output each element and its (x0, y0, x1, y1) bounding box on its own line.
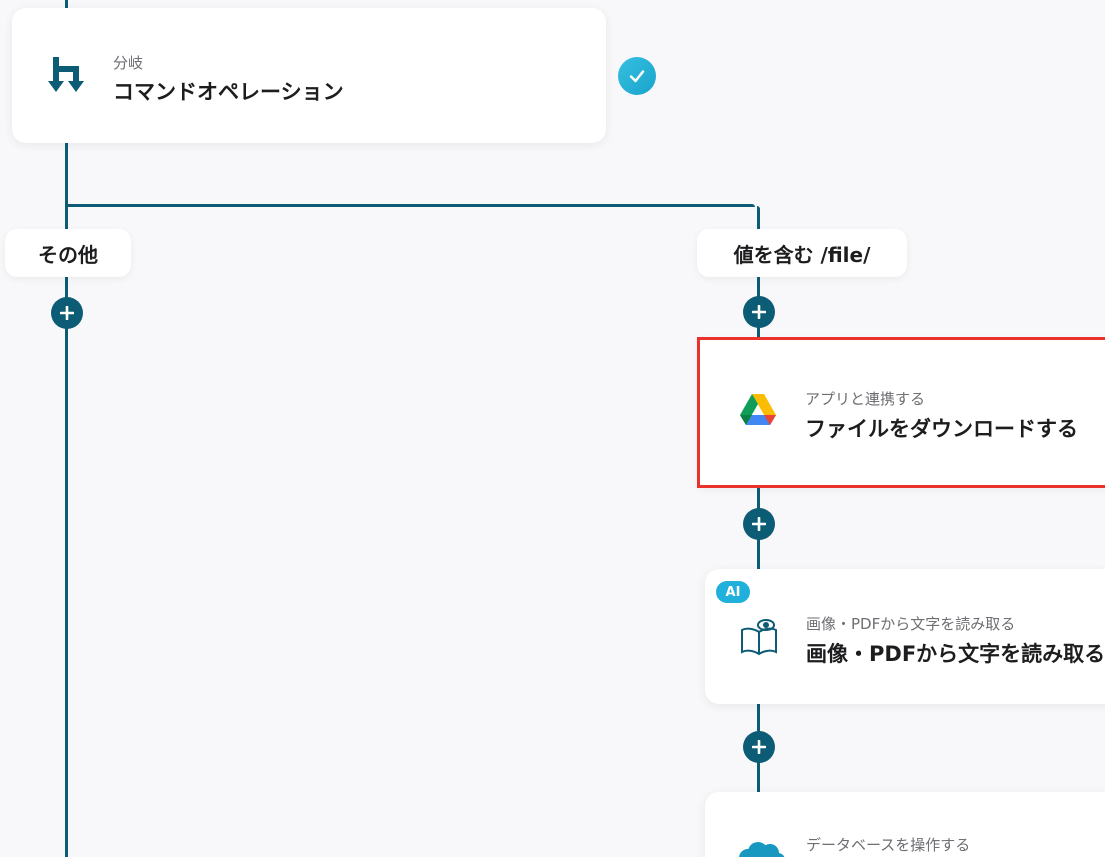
book-eye-icon (737, 615, 781, 659)
google-drive-icon (737, 392, 779, 430)
add-step-button[interactable] (51, 297, 83, 329)
branch-node-title: コマンドオペレーション (113, 80, 344, 104)
branch-label-contains-file[interactable]: 値を含む /file/ (697, 229, 907, 277)
branch-icon (46, 52, 88, 98)
step-title: 画像・PDFから文字を読み取る (806, 642, 1105, 666)
step-card-ocr[interactable]: 画像・PDFから文字を読み取る 画像・PDFから文字を読み取る (705, 569, 1105, 704)
flow-canvas: 分岐 コマンドオペレーション その他 値を含む /file/ アプリと連携する … (0, 0, 1105, 857)
branch-node-card[interactable]: 分岐 コマンドオペレーション (12, 8, 606, 143)
salesforce-cloud-icon (735, 840, 787, 857)
add-step-button[interactable] (743, 508, 775, 540)
add-step-button[interactable] (743, 296, 775, 328)
flow-line-branch (65, 204, 755, 207)
ai-badge: AI (716, 581, 750, 603)
step-title: ファイルをダウンロードする (805, 417, 1078, 441)
step-card-download-file[interactable]: アプリと連携する ファイルをダウンロードする (699, 340, 1105, 486)
step-subtitle: データベースを操作する (806, 836, 971, 854)
add-step-button[interactable] (743, 731, 775, 763)
step-card-database[interactable]: データベースを操作する (705, 792, 1105, 857)
check-icon (618, 57, 656, 95)
step-subtitle: アプリと連携する (805, 390, 926, 408)
branch-node-subtitle: 分岐 (113, 54, 144, 72)
branch-label-other[interactable]: その他 (5, 229, 131, 277)
step-subtitle: 画像・PDFから文字を読み取る (806, 615, 1016, 633)
